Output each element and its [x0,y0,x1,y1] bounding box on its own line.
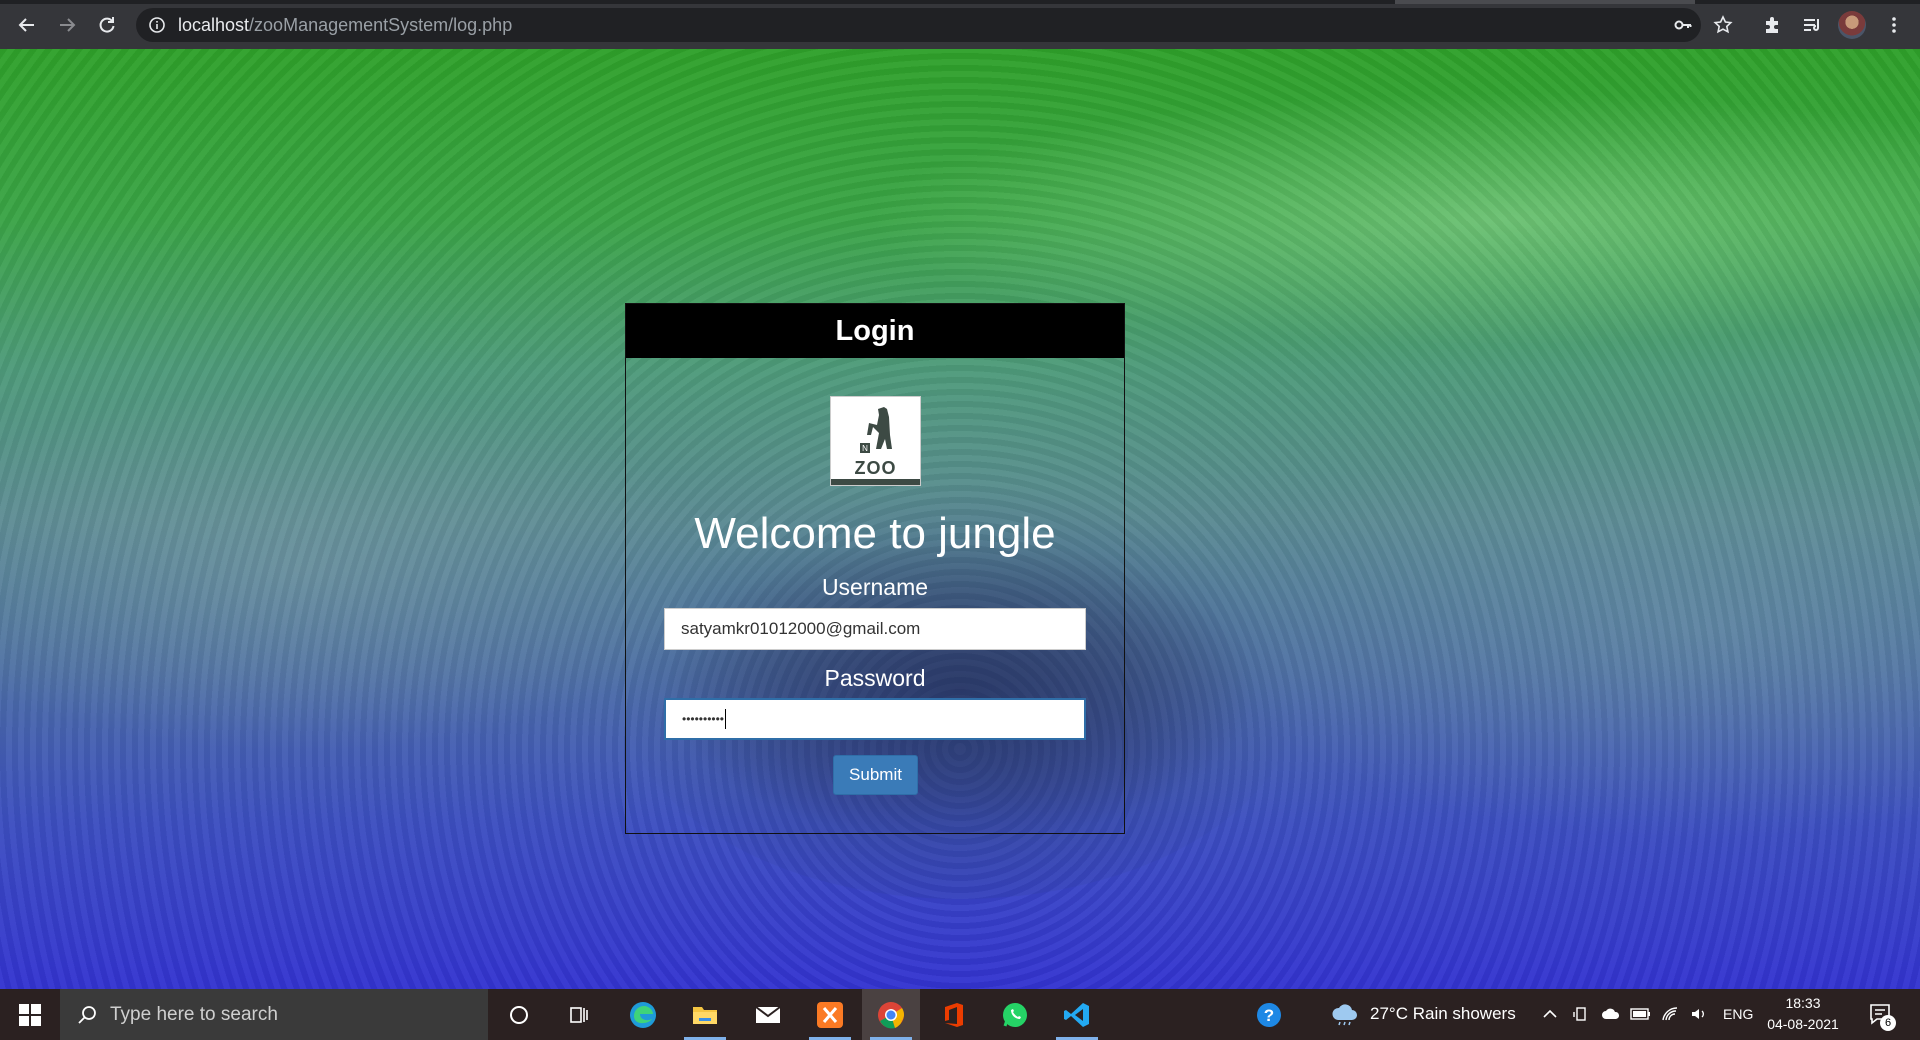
weather-text[interactable]: 27°C Rain showers [1370,1004,1516,1024]
info-icon[interactable] [148,16,166,34]
chevron-up-icon[interactable] [1542,1006,1558,1022]
password-input[interactable]: •••••••••• [664,698,1086,740]
logo-underline [831,479,920,485]
extensions-puzzle-icon[interactable] [1757,10,1787,40]
welcome-heading: Welcome to jungle [694,509,1056,558]
folder-icon [693,1006,717,1024]
key-icon[interactable] [1668,8,1698,42]
url-host: localhost [178,14,250,35]
login-header: Login [626,304,1124,358]
edge-icon [630,1001,656,1028]
login-title: Login [835,314,915,347]
cortana-circle-icon [510,1005,528,1024]
search-icon [78,1005,96,1024]
url-path: /zooManagementSystem/log.php [249,14,513,35]
text-caret [725,709,727,729]
vscode-icon [1064,1002,1089,1027]
onedrive-cloud-icon[interactable] [1601,1006,1621,1022]
username-label: Username [821,574,929,600]
tab-edge [1395,0,1695,4]
username-input[interactable]: satyamkr01012000@gmail.com [664,608,1086,650]
taskbar-clock[interactable]: 18:33 04-08-2021 [1760,993,1846,1035]
taskbar-mail[interactable] [739,989,797,1040]
forward-button[interactable] [52,10,82,40]
office-icon [945,1002,963,1027]
help-question-icon: ? [1257,1002,1281,1027]
windows-logo-icon [19,1003,41,1026]
giraffe-logo-icon: N [859,407,892,453]
submit-button[interactable]: Submit [833,755,918,795]
battery-icon[interactable] [1630,1006,1652,1022]
svg-text:N: N [862,444,868,453]
arrow-right-icon [60,18,76,32]
mail-icon [755,1005,781,1023]
svg-text:?: ? [1264,1006,1274,1025]
tab-strip [0,0,1920,4]
taskbar-help[interactable]: ? [1240,989,1298,1040]
page-background: Login N ZOO Welcome to jungle Username s… [0,49,1920,989]
cortana-button[interactable] [490,989,548,1040]
language-indicator[interactable]: ENG [1723,1006,1753,1022]
chrome-icon [878,1001,905,1028]
windows-taskbar: Type here to search ? 27°C Rain showers [0,989,1920,1040]
whatsapp-icon [1003,1002,1027,1027]
taskbar-chrome[interactable] [862,989,920,1040]
taskbar-edge[interactable] [614,989,672,1040]
search-placeholder: Type here to search [110,1003,278,1025]
username-value: satyamkr01012000@gmail.com [681,619,921,638]
zoo-logo: N ZOO [830,396,921,486]
taskbar-whatsapp[interactable] [986,989,1044,1040]
task-view-button[interactable] [550,989,608,1040]
back-button[interactable] [12,10,42,40]
task-view-icon [570,1006,588,1023]
logo-text: ZOO [854,458,897,478]
speaker-icon[interactable] [1690,1006,1708,1022]
bookmark-star-icon[interactable] [1708,8,1738,42]
notification-count-badge: 6 [1880,1015,1896,1031]
reading-list-icon[interactable] [1797,10,1827,40]
password-mask: •••••••••• [682,712,725,726]
menu-kebab-icon[interactable] [1879,10,1909,40]
taskbar-office[interactable] [925,989,983,1040]
device-icon[interactable] [1573,1006,1589,1022]
xampp-icon [817,1001,843,1028]
login-card: Login N ZOO Welcome to jungle Username s… [625,303,1125,834]
clock-date: 04-08-2021 [1767,1016,1839,1032]
reload-icon [99,17,115,33]
reload-button[interactable] [92,10,122,40]
url-text: localhost/zooManagementSystem/log.php [178,15,512,36]
profile-avatar[interactable] [1838,11,1866,39]
address-bar[interactable]: localhost/zooManagementSystem/log.php [136,8,1701,42]
clock-time: 18:33 [1785,995,1821,1011]
weather-cloud-rain-icon [1332,1004,1357,1026]
taskbar-vscode[interactable] [1048,989,1106,1040]
taskbar-file-explorer[interactable] [676,989,734,1040]
browser-toolbar: localhost/zooManagementSystem/log.php [0,0,1920,49]
arrow-left-icon [18,18,34,32]
password-label: Password [824,665,926,691]
taskbar-xampp[interactable] [801,989,859,1040]
start-button[interactable] [0,989,60,1040]
wifi-icon[interactable] [1661,1006,1679,1022]
taskbar-search-box[interactable]: Type here to search [60,989,488,1040]
